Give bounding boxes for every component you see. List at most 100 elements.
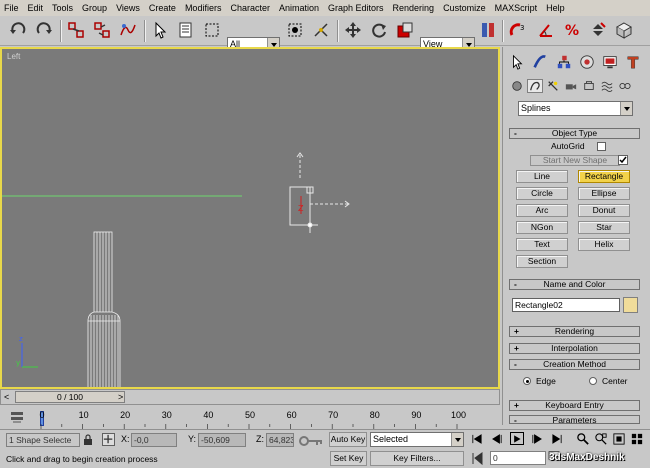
select-and-scale-icon[interactable]: [395, 20, 415, 40]
auto-key-button[interactable]: Auto Key: [329, 432, 367, 447]
menu-maxscript[interactable]: MAXScript: [495, 3, 538, 13]
key-mode-toggle-icon[interactable]: [471, 451, 485, 466]
select-and-rotate-icon[interactable]: [369, 20, 389, 40]
rectangular-selection-icon[interactable]: [202, 20, 222, 40]
menu-animation[interactable]: Animation: [279, 3, 319, 13]
keyboard-entry-rollout-header[interactable]: + Keyboard Entry: [509, 400, 640, 411]
lights-category-icon[interactable]: [545, 79, 561, 93]
play-icon[interactable]: [510, 432, 524, 445]
shapes-category-icon[interactable]: [527, 79, 543, 93]
x-coordinate-field[interactable]: -0,0: [131, 433, 177, 447]
autogrid-checkbox[interactable]: [597, 142, 606, 151]
parameters-rollout-header[interactable]: - Parameters: [509, 415, 640, 424]
hierarchy-tab-icon[interactable]: [554, 52, 574, 72]
menu-modifiers[interactable]: Modifiers: [185, 3, 222, 13]
ellipse-button[interactable]: Ellipse: [578, 187, 630, 200]
object-type-rollout-header[interactable]: - Object Type: [509, 128, 640, 139]
angle-snap-icon[interactable]: [536, 20, 556, 40]
z-coordinate-field[interactable]: 64,823: [266, 433, 294, 447]
bind-to-space-warp-icon[interactable]: [118, 20, 138, 40]
go-to-start-icon[interactable]: [470, 432, 484, 445]
zoom-all-icon[interactable]: [594, 432, 608, 445]
select-and-link-icon[interactable]: [66, 20, 86, 40]
time-slider[interactable]: < 0 / 100 >: [0, 389, 500, 405]
redo-icon[interactable]: [34, 20, 54, 40]
object-category-dropdown[interactable]: Splines: [518, 101, 633, 116]
next-frame-arrow[interactable]: >: [118, 391, 123, 403]
menu-views[interactable]: Views: [116, 3, 140, 13]
zoom-extents-all-icon[interactable]: [630, 432, 644, 445]
set-key-button[interactable]: Set Key: [330, 451, 367, 466]
zoom-extents-icon[interactable]: [612, 432, 626, 445]
unlink-selection-icon[interactable]: [92, 20, 112, 40]
ngon-button[interactable]: NGon: [516, 221, 568, 234]
geometry-category-icon[interactable]: [509, 79, 525, 93]
named-selection-sets-icon[interactable]: [614, 20, 634, 40]
select-by-name-icon[interactable]: [176, 20, 196, 40]
name-and-color-rollout-header[interactable]: - Name and Color: [509, 279, 640, 290]
open-mini-curve-editor-icon[interactable]: [10, 410, 24, 424]
center-radio[interactable]: [589, 377, 597, 385]
helpers-category-icon[interactable]: [581, 79, 597, 93]
menu-character[interactable]: Character: [230, 3, 270, 13]
space-warps-category-icon[interactable]: [599, 79, 615, 93]
start-new-shape-checkbox[interactable]: [618, 155, 628, 165]
systems-category-icon[interactable]: [617, 79, 633, 93]
left-viewport[interactable]: Left Z z y: [0, 47, 500, 389]
go-to-end-icon[interactable]: [550, 432, 564, 445]
menu-graph-editors[interactable]: Graph Editors: [328, 3, 384, 13]
menu-tools[interactable]: Tools: [52, 3, 73, 13]
select-and-move-icon[interactable]: [343, 20, 363, 40]
edge-radio[interactable]: [523, 377, 531, 385]
menu-help[interactable]: Help: [546, 3, 565, 13]
spinner-snap-icon[interactable]: [588, 20, 608, 40]
set-key-icon[interactable]: [297, 434, 325, 448]
motion-tab-icon[interactable]: [577, 52, 597, 72]
y-coordinate-field[interactable]: -50,609: [198, 433, 246, 447]
section-button[interactable]: Section: [516, 255, 568, 268]
snaps-toggle-icon[interactable]: 3: [508, 20, 528, 40]
arc-button[interactable]: Arc: [516, 204, 568, 217]
circle-button[interactable]: Circle: [516, 187, 568, 200]
creation-method-rollout-header[interactable]: - Creation Method: [509, 359, 640, 370]
menu-rendering[interactable]: Rendering: [393, 3, 435, 13]
lock-icon[interactable]: [83, 434, 93, 446]
select-and-manipulate-icon[interactable]: [311, 20, 331, 40]
line-button[interactable]: Line: [516, 170, 568, 183]
zoom-icon[interactable]: [576, 432, 590, 445]
key-mode-dropdown[interactable]: Selected: [370, 432, 464, 447]
helix-button[interactable]: Helix: [578, 238, 630, 251]
text-button[interactable]: Text: [516, 238, 568, 251]
modify-tab-icon[interactable]: [530, 52, 550, 72]
percent-snap-icon[interactable]: %: [562, 20, 582, 40]
use-pivot-point-center-icon[interactable]: [478, 20, 498, 40]
star-button[interactable]: Star: [578, 221, 630, 234]
select-window-crossing-icon[interactable]: [285, 20, 305, 40]
next-frame-icon[interactable]: [530, 432, 544, 445]
menu-edit[interactable]: Edit: [28, 3, 44, 13]
key-filters-button[interactable]: Key Filters...: [370, 451, 464, 466]
object-color-swatch[interactable]: [623, 297, 638, 313]
object-name-input[interactable]: Rectangle02: [512, 298, 620, 312]
display-tab-icon[interactable]: [600, 52, 620, 72]
menu-group[interactable]: Group: [82, 3, 107, 13]
prev-frame-arrow[interactable]: <: [4, 391, 13, 403]
previous-frame-icon[interactable]: [490, 432, 504, 445]
time-slider-thumb[interactable]: 0 / 100: [15, 391, 125, 403]
rectangle-button[interactable]: Rectangle: [578, 170, 630, 183]
menu-create[interactable]: Create: [149, 3, 176, 13]
donut-button[interactable]: Donut: [578, 204, 630, 217]
undo-icon[interactable]: [8, 20, 28, 40]
interpolation-rollout-header[interactable]: + Interpolation: [509, 343, 640, 354]
absolute-mode-transform-icon[interactable]: [102, 433, 115, 446]
cameras-category-icon[interactable]: [563, 79, 579, 93]
rendering-rollout-header[interactable]: + Rendering: [509, 326, 640, 337]
utilities-tab-icon[interactable]: [623, 52, 643, 72]
menu-customize[interactable]: Customize: [443, 3, 486, 13]
create-tab-icon[interactable]: [507, 52, 527, 72]
menu-file[interactable]: File: [4, 3, 19, 13]
frame-tick-label: 20: [120, 410, 131, 420]
select-object-icon[interactable]: [150, 20, 170, 40]
current-frame-field[interactable]: 0: [490, 451, 546, 465]
track-bar[interactable]: 0 10 20 30 40 50 60 70 80 90 100: [0, 407, 500, 429]
